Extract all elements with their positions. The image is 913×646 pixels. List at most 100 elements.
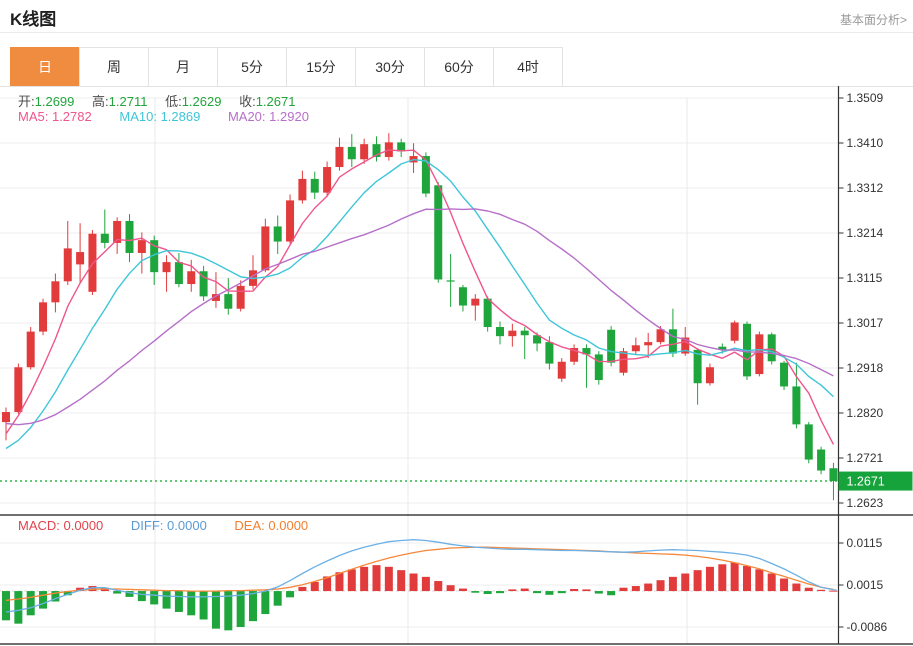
tab-60min[interactable]: 60分 bbox=[424, 47, 494, 87]
macd-bar bbox=[632, 586, 640, 591]
candle-body bbox=[224, 294, 232, 309]
macd-bar bbox=[249, 591, 257, 621]
macd-bar bbox=[582, 589, 590, 591]
candle-body bbox=[829, 468, 837, 481]
macd-bar bbox=[237, 591, 245, 627]
candle-body bbox=[101, 234, 109, 243]
macd-bar bbox=[780, 579, 788, 592]
tab-5min[interactable]: 5分 bbox=[217, 47, 287, 87]
macd-bar bbox=[570, 589, 578, 591]
candle-body bbox=[447, 280, 455, 281]
macd-bar bbox=[2, 591, 10, 620]
macd-axis-labels: 0.01150.0015-0.0086 bbox=[839, 536, 888, 634]
macd-bar bbox=[533, 591, 541, 593]
candle-body bbox=[298, 179, 306, 200]
macd-bar bbox=[150, 591, 158, 604]
current-price-tag-label: 1.2671 bbox=[847, 475, 885, 489]
macd-bar bbox=[545, 591, 553, 595]
macd-bar bbox=[298, 587, 306, 591]
candle-body bbox=[669, 329, 677, 353]
candle-body bbox=[755, 334, 763, 374]
macd-bar bbox=[471, 591, 479, 593]
macd-bar bbox=[138, 591, 146, 601]
current-price-tag: 1.2671 bbox=[839, 472, 913, 491]
macd-bar bbox=[27, 591, 35, 615]
macd-bar bbox=[508, 589, 516, 591]
candle-body bbox=[484, 299, 492, 327]
price-grid bbox=[0, 98, 839, 503]
macd-bar bbox=[274, 591, 282, 606]
macd-bar bbox=[644, 584, 652, 592]
macd-bar bbox=[385, 567, 393, 591]
price-tick-label: 1.3509 bbox=[847, 91, 884, 105]
candle-body bbox=[706, 367, 714, 383]
macd-bar bbox=[447, 585, 455, 591]
macd-bar bbox=[706, 567, 714, 591]
kline-chart-area: 1.35091.34101.33121.32141.31151.30171.29… bbox=[0, 86, 913, 646]
macd-bar bbox=[792, 584, 800, 592]
candle-body bbox=[138, 240, 146, 253]
candle-body bbox=[508, 331, 516, 336]
macd-bar bbox=[348, 569, 356, 591]
candle-body bbox=[459, 287, 467, 305]
fundamental-analysis-link[interactable]: 基本面分析> bbox=[840, 11, 907, 28]
candle-body bbox=[261, 226, 269, 270]
macd-bar bbox=[558, 591, 566, 593]
page-title: K线图 bbox=[10, 5, 56, 30]
candle-body bbox=[311, 179, 319, 193]
candle-body bbox=[545, 342, 553, 363]
candle-body bbox=[14, 367, 22, 412]
candle-body bbox=[64, 248, 72, 281]
candle-body bbox=[27, 332, 35, 368]
macd-bar bbox=[607, 591, 615, 595]
candle-body bbox=[768, 334, 776, 361]
macd-bar bbox=[805, 588, 813, 591]
tab-30min[interactable]: 30分 bbox=[355, 47, 425, 87]
price-tick-label: 1.2820 bbox=[847, 406, 884, 420]
candle-body bbox=[274, 226, 282, 241]
ma10-line bbox=[6, 160, 833, 449]
macd-bar bbox=[39, 591, 47, 609]
candle-body bbox=[2, 412, 10, 422]
candle-body bbox=[780, 363, 788, 387]
price-tick-label: 1.3214 bbox=[847, 226, 884, 240]
macd-bar bbox=[434, 581, 442, 591]
candle-body bbox=[595, 354, 603, 380]
candle-body bbox=[360, 144, 368, 159]
tab-day[interactable]: 日 bbox=[10, 47, 80, 87]
macd-bar bbox=[397, 570, 405, 591]
tab-month[interactable]: 月 bbox=[148, 47, 218, 87]
candle-body bbox=[434, 185, 442, 279]
macd-bar bbox=[657, 580, 665, 591]
kline-chart[interactable]: 1.35091.34101.33121.32141.31151.30171.29… bbox=[0, 86, 913, 646]
macd-bar bbox=[496, 591, 504, 593]
candle-body bbox=[237, 286, 245, 309]
price-tick-label: 1.2623 bbox=[847, 496, 884, 510]
tab-week[interactable]: 周 bbox=[79, 47, 149, 87]
candle-body bbox=[620, 351, 628, 372]
candle-body bbox=[805, 424, 813, 459]
macd-bar bbox=[200, 591, 208, 619]
macd-bar bbox=[521, 589, 529, 592]
macd-bar bbox=[286, 591, 294, 597]
macd-tick-label: 0.0115 bbox=[847, 536, 883, 550]
macd-bar bbox=[718, 564, 726, 591]
tab-15min[interactable]: 15分 bbox=[286, 47, 356, 87]
candle-body bbox=[175, 262, 183, 284]
macd-bar bbox=[410, 574, 418, 592]
price-tick-label: 1.2918 bbox=[847, 361, 884, 375]
macd-bar bbox=[829, 591, 837, 592]
macd-bar bbox=[731, 563, 739, 591]
candle-body bbox=[632, 345, 640, 351]
macd-bar bbox=[360, 567, 368, 591]
macd-bar bbox=[459, 589, 467, 592]
candle-body bbox=[51, 281, 59, 302]
macd-bar bbox=[261, 591, 269, 614]
candle-body bbox=[187, 271, 195, 284]
macd-bar bbox=[187, 591, 195, 615]
macd-bars bbox=[2, 563, 837, 631]
candle-body bbox=[76, 252, 84, 264]
tab-4hour[interactable]: 4时 bbox=[493, 47, 563, 87]
macd-bar bbox=[755, 569, 763, 591]
macd-bar bbox=[768, 574, 776, 592]
